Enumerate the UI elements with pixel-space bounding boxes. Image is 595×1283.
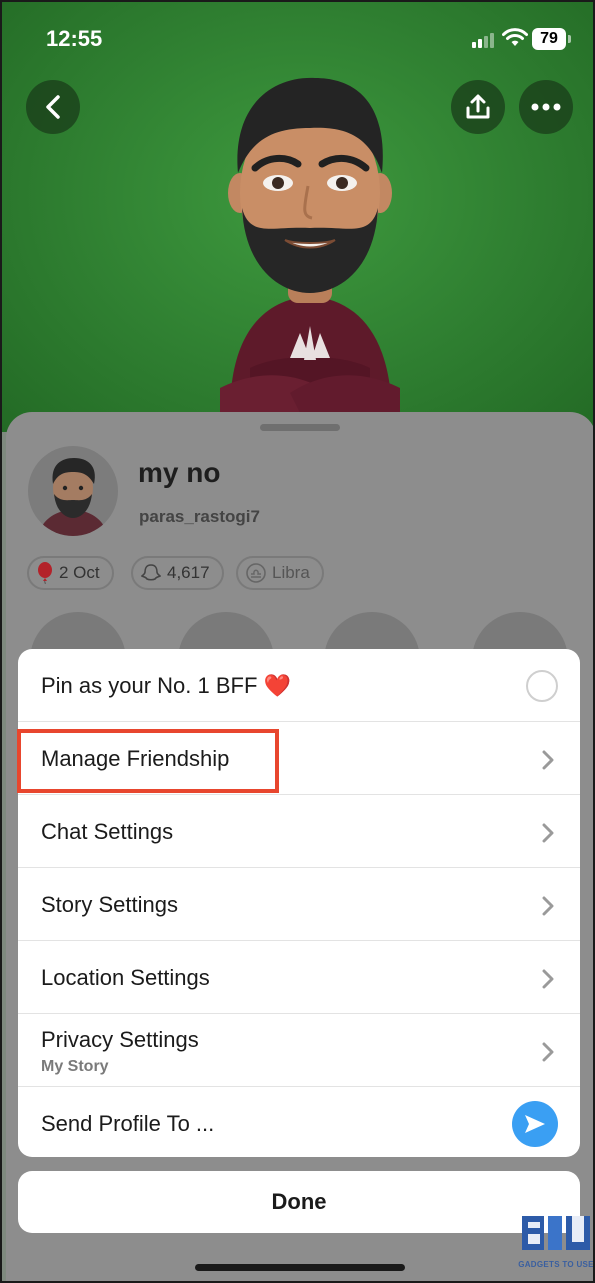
- menu-item-label: Location Settings: [41, 965, 210, 990]
- menu-item-pin-bff[interactable]: Pin as your No. 1 BFF ❤️: [18, 649, 580, 722]
- watermark-text: GADGETS TO USE: [518, 1260, 594, 1269]
- back-button[interactable]: [26, 80, 80, 134]
- status-time: 12:55: [46, 26, 103, 51]
- libra-icon: [246, 563, 266, 583]
- home-indicator: [195, 1264, 405, 1271]
- zodiac-chip[interactable]: Libra: [236, 556, 324, 590]
- zodiac-text: Libra: [272, 563, 310, 582]
- chevron-right-icon: [542, 969, 554, 989]
- menu-item-label: Send Profile To ...: [41, 1111, 215, 1136]
- menu-item-sublabel: My Story: [41, 1058, 109, 1075]
- menu-item-label: Privacy Settings: [41, 1027, 199, 1052]
- pin-bff-radio[interactable]: [526, 670, 558, 702]
- menu-item-send-profile[interactable]: Send Profile To ...: [18, 1087, 580, 1157]
- share-button[interactable]: [451, 80, 505, 134]
- snap-score-chip[interactable]: 4,617: [131, 556, 224, 590]
- profile-screen: 12:55 79 my no paras_rastogi7 2 Oct 4,61…: [0, 0, 595, 1283]
- profile-username: paras_rastogi7: [139, 507, 260, 526]
- ghost-icon: [141, 564, 161, 581]
- status-bar: 12:55 79: [2, 2, 593, 72]
- profile-display-name: my no: [138, 457, 221, 488]
- upload-icon: [466, 94, 490, 119]
- chevron-left-icon: [46, 95, 60, 119]
- sheet-grabber[interactable]: [260, 424, 340, 431]
- gadgets-to-use-watermark: GADGETS TO USE: [518, 1214, 594, 1276]
- gadgets-to-use-logo: [522, 1216, 590, 1250]
- done-button[interactable]: Done: [18, 1171, 580, 1233]
- menu-item-location-settings[interactable]: Location Settings: [18, 941, 580, 1014]
- bitmoji-avatar-small: [38, 458, 108, 536]
- send-arrow-icon: [525, 1115, 545, 1133]
- menu-item-label: Pin as your No. 1 BFF ❤️: [41, 673, 291, 698]
- balloon-icon: [38, 562, 52, 584]
- battery-indicator: 79: [532, 28, 571, 50]
- wifi-icon: [502, 28, 528, 46]
- snap-score-text: 4,617: [167, 563, 210, 582]
- chevron-right-icon: [542, 750, 554, 770]
- friend-options-menu: Pin as your No. 1 BFF ❤️ Manage Friendsh…: [18, 649, 580, 1157]
- manage-friendship-highlight: [17, 729, 279, 793]
- menu-item-label: Story Settings: [41, 892, 178, 917]
- menu-item-privacy-settings[interactable]: Privacy Settings My Story: [18, 1014, 580, 1087]
- birthday-chip[interactable]: 2 Oct: [27, 556, 114, 590]
- ellipsis-icon: [531, 103, 561, 111]
- cellular-signal-icon: [472, 32, 496, 48]
- profile-avatar[interactable]: [28, 446, 118, 536]
- birthday-text: 2 Oct: [59, 563, 100, 582]
- chevron-right-icon: [542, 823, 554, 843]
- menu-item-chat-settings[interactable]: Chat Settings: [18, 795, 580, 868]
- menu-item-label: Chat Settings: [41, 819, 174, 844]
- bitmoji-avatar-large: [220, 77, 400, 413]
- chevron-right-icon: [542, 1042, 554, 1062]
- chevron-right-icon: [542, 896, 554, 916]
- more-options-button[interactable]: [519, 80, 573, 134]
- send-profile-button[interactable]: [512, 1101, 558, 1147]
- menu-item-story-settings[interactable]: Story Settings: [18, 868, 580, 941]
